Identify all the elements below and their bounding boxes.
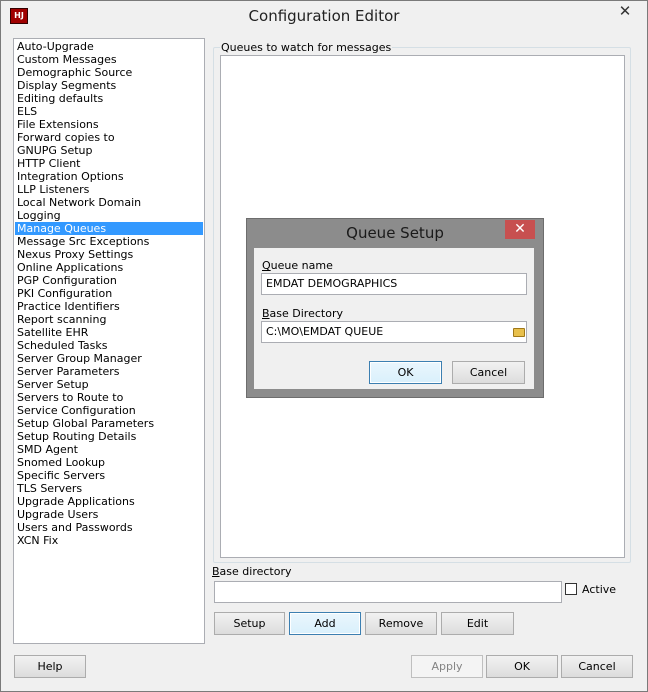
sidebar-item[interactable]: Service Configuration bbox=[15, 404, 203, 417]
close-icon[interactable]: ✕ bbox=[611, 2, 639, 22]
config-sections-list[interactable]: Auto-Upgrade Custom Messages Demographic S… bbox=[13, 38, 205, 644]
sidebar-item[interactable]: Upgrade Users bbox=[15, 508, 203, 521]
sidebar-item[interactable]: File Extensions bbox=[15, 118, 203, 131]
sidebar-item[interactable]: PGP Configuration bbox=[15, 274, 203, 287]
sidebar-item[interactable]: GNUPG Setup bbox=[15, 144, 203, 157]
dialog-base-directory-input[interactable]: C:\MO\EMDAT QUEUE bbox=[261, 321, 527, 343]
queue-name-input[interactable]: EMDAT DEMOGRAPHICS bbox=[261, 273, 527, 295]
active-checkbox[interactable] bbox=[565, 583, 577, 595]
dialog-base-directory-label: Base Directory bbox=[262, 307, 343, 320]
sidebar-item[interactable]: Setup Global Parameters bbox=[15, 417, 203, 430]
edit-button[interactable]: Edit bbox=[441, 612, 514, 635]
sidebar-item[interactable]: Display Segments bbox=[15, 79, 203, 92]
sidebar-item[interactable]: Server Group Manager bbox=[15, 352, 203, 365]
sidebar-item[interactable]: Logging bbox=[15, 209, 203, 222]
sidebar-item[interactable]: Upgrade Applications bbox=[15, 495, 203, 508]
ok-button[interactable]: OK bbox=[486, 655, 558, 678]
queue-setup-dialog: Queue Setup ✕ Queue name EMDAT DEMOGRAPH… bbox=[246, 218, 544, 398]
sidebar-item[interactable]: PKI Configuration bbox=[15, 287, 203, 300]
setup-button[interactable]: Setup bbox=[214, 612, 285, 635]
sidebar-item[interactable]: Manage Queues bbox=[15, 222, 203, 235]
sidebar-item[interactable]: LLP Listeners bbox=[15, 183, 203, 196]
dialog-body: Queue name EMDAT DEMOGRAPHICS Base Direc… bbox=[254, 248, 534, 389]
sidebar-item[interactable]: Snomed Lookup bbox=[15, 456, 203, 469]
sidebar-item[interactable]: Satellite EHR bbox=[15, 326, 203, 339]
apply-button[interactable]: Apply bbox=[411, 655, 483, 678]
base-directory-label: Base directory bbox=[212, 565, 292, 578]
active-label: Active bbox=[582, 583, 617, 596]
sidebar-item[interactable]: Scheduled Tasks bbox=[15, 339, 203, 352]
remove-button[interactable]: Remove bbox=[365, 612, 437, 635]
sidebar-item[interactable]: Server Parameters bbox=[15, 365, 203, 378]
sidebar-item[interactable]: ELS bbox=[15, 105, 203, 118]
sidebar-item[interactable]: Editing defaults bbox=[15, 92, 203, 105]
sidebar-item[interactable]: Servers to Route to bbox=[15, 391, 203, 404]
sidebar-item[interactable]: Integration Options bbox=[15, 170, 203, 183]
sidebar-item[interactable]: Demographic Source bbox=[15, 66, 203, 79]
sidebar-item[interactable]: Users and Passwords bbox=[15, 521, 203, 534]
dialog-close-icon[interactable]: ✕ bbox=[505, 220, 535, 239]
dialog-ok-button[interactable]: OK bbox=[369, 361, 442, 384]
dialog-cancel-button[interactable]: Cancel bbox=[452, 361, 525, 384]
cancel-button[interactable]: Cancel bbox=[561, 655, 633, 678]
sidebar-item[interactable]: Practice Identifiers bbox=[15, 300, 203, 313]
help-button[interactable]: Help bbox=[14, 655, 86, 678]
title-bar: HJ Configuration Editor ✕ bbox=[1, 1, 647, 31]
sidebar-item[interactable]: Report scanning bbox=[15, 313, 203, 326]
sidebar-item[interactable]: Local Network Domain bbox=[15, 196, 203, 209]
sidebar-item[interactable]: XCN Fix bbox=[15, 534, 203, 547]
queues-group-label: Queues to watch for messages bbox=[220, 41, 393, 54]
sidebar-item[interactable]: Message Src Exceptions bbox=[15, 235, 203, 248]
folder-icon[interactable] bbox=[513, 328, 525, 337]
queue-name-label: Queue name bbox=[262, 259, 333, 272]
dialog-base-directory-value: C:\MO\EMDAT QUEUE bbox=[266, 325, 384, 338]
dialog-title: Queue Setup bbox=[346, 224, 444, 242]
base-directory-input[interactable] bbox=[214, 581, 562, 603]
sidebar-item[interactable]: Auto-Upgrade bbox=[15, 40, 203, 53]
sidebar-item[interactable]: Nexus Proxy Settings bbox=[15, 248, 203, 261]
window-title: Configuration Editor bbox=[248, 7, 400, 25]
sidebar-item[interactable]: Server Setup bbox=[15, 378, 203, 391]
sidebar-item[interactable]: Custom Messages bbox=[15, 53, 203, 66]
sidebar-item[interactable]: Forward copies to bbox=[15, 131, 203, 144]
sidebar-item[interactable]: Specific Servers bbox=[15, 469, 203, 482]
sidebar-item[interactable]: Online Applications bbox=[15, 261, 203, 274]
add-button[interactable]: Add bbox=[289, 612, 361, 635]
sidebar-item[interactable]: SMD Agent bbox=[15, 443, 203, 456]
sidebar-item[interactable]: Setup Routing Details bbox=[15, 430, 203, 443]
sidebar-item[interactable]: TLS Servers bbox=[15, 482, 203, 495]
sidebar-item[interactable]: HTTP Client bbox=[15, 157, 203, 170]
